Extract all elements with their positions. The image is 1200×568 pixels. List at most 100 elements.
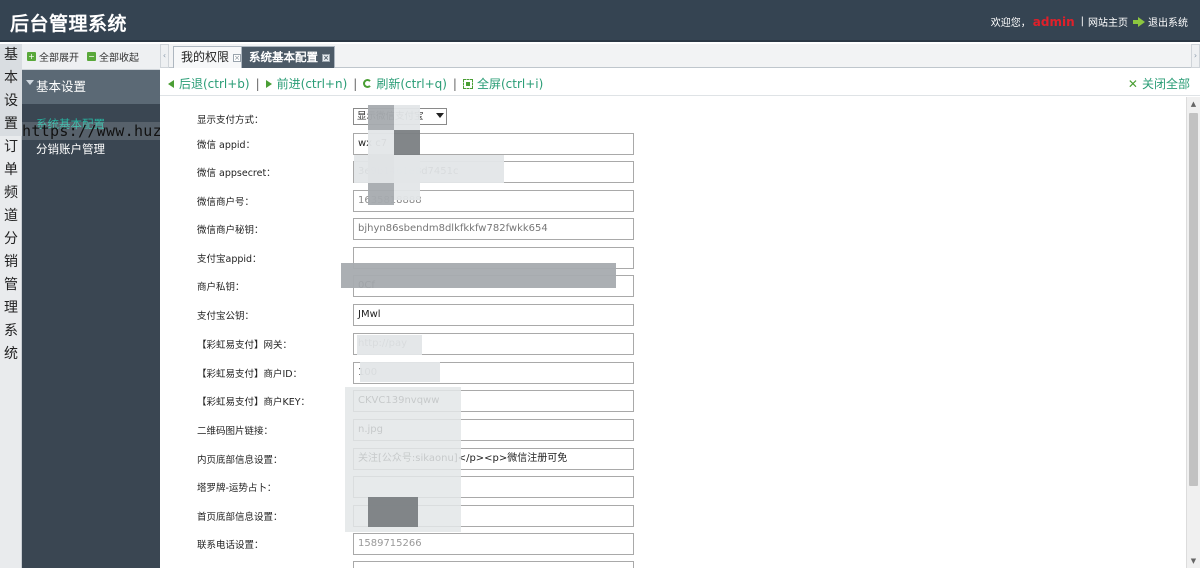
vmenu-char: 统 bbox=[4, 346, 18, 362]
vmenu-char: 频 bbox=[4, 185, 18, 201]
fullscreen-button[interactable]: 全屏(ctrl+i) bbox=[462, 75, 544, 92]
tab-scroll-left[interactable]: ‹ bbox=[160, 44, 169, 68]
field-label: 二维码图片链接： bbox=[197, 426, 274, 437]
sidebar-toolbar: + 全部展开 − 全部收起 bbox=[22, 44, 160, 70]
sidebar-item-distribution-accounts[interactable]: 分销账户管理 bbox=[22, 137, 160, 162]
form-row-wx-appid: 微信 appid： wx c7 bbox=[160, 133, 860, 155]
back-label: 后退(ctrl+b) bbox=[179, 77, 250, 91]
privacy-blur bbox=[368, 130, 394, 155]
vmenu-basic-settings[interactable]: 基 本 设 置 bbox=[0, 44, 22, 136]
field-label: 内页底部信息设置： bbox=[197, 455, 283, 466]
vmenu-distribution[interactable]: 分 销 管 理 bbox=[0, 228, 22, 320]
refresh-button[interactable]: 刷新(ctrl+q) bbox=[363, 75, 447, 92]
forward-label: 前进(ctrl+n) bbox=[276, 77, 348, 91]
header-separator: | bbox=[1080, 16, 1084, 27]
nav-toolbar: 后退(ctrl+b) | 前进(ctrl+n) | 刷新(ctrl+q) | 全… bbox=[160, 70, 1200, 96]
site-home-link[interactable]: 网站主页 bbox=[1088, 14, 1128, 29]
vmenu-system[interactable]: 系 统 bbox=[0, 320, 22, 366]
tab-my-permissions[interactable]: 我的权限 × bbox=[173, 46, 247, 68]
close-icon[interactable]: × bbox=[322, 53, 330, 62]
form-row-epay-gateway: 【彩虹易支付】网关： http://pay bbox=[160, 333, 860, 355]
privacy-blur bbox=[368, 105, 394, 130]
username: admin bbox=[1032, 14, 1075, 29]
vmenu-char: 销 bbox=[4, 254, 18, 270]
form-row-wx-mch-key: 微信商户秘钥： bjhyn86sbendm8dlkfkkfw782fwkk654 bbox=[160, 218, 860, 240]
close-icon[interactable]: × bbox=[233, 53, 242, 62]
scroll-thumb[interactable] bbox=[1189, 113, 1198, 486]
nav-separator: | bbox=[353, 76, 358, 91]
chevron-down-icon bbox=[436, 113, 444, 118]
vmenu-char: 管 bbox=[4, 277, 18, 293]
form-row-wx-appsecret: 微信 appsecret： 3e9b1461e8d7451c bbox=[160, 161, 860, 183]
field-label: 微信商户号： bbox=[197, 197, 255, 208]
phone-input[interactable]: 1589715266 bbox=[353, 533, 634, 555]
field-label: 【彩虹易支付】商户ID： bbox=[197, 369, 303, 380]
privacy-blur bbox=[341, 263, 616, 288]
form-row-home-footer: 首页底部信息设置： bbox=[160, 505, 860, 527]
scroll-down-icon[interactable]: ▼ bbox=[1187, 554, 1200, 568]
form-row-epay-mch-key: 【彩虹易支付】商户KEY： CKVC139nvqww bbox=[160, 390, 860, 412]
field-label: 支付宝公钥： bbox=[197, 311, 255, 322]
tab-bar: ‹ 我的权限 × 系统基本配置 × › bbox=[160, 44, 1200, 68]
field-label: 支付宝appid： bbox=[197, 254, 262, 265]
tab-system-config[interactable]: 系统基本配置 × bbox=[241, 46, 335, 68]
top-header: 后台管理系统 欢迎您， admin | 网站主页 退出系统 bbox=[0, 0, 1200, 42]
fullscreen-icon bbox=[462, 78, 473, 89]
logout-link[interactable]: 退出系统 bbox=[1148, 14, 1188, 29]
privacy-blur bbox=[394, 180, 420, 200]
privacy-blur bbox=[368, 180, 394, 205]
alipay-public-key-input[interactable]: JMwl bbox=[353, 304, 634, 326]
refresh-label: 刷新(ctrl+q) bbox=[376, 77, 447, 91]
field-label: 【彩虹易支付】商户KEY： bbox=[197, 397, 311, 408]
sidebar-group-label: 基本设置 bbox=[36, 79, 87, 94]
chevron-down-icon bbox=[26, 80, 34, 85]
form-row-inner-footer: 内页底部信息设置： 关注[公众号:sikaonu]</p><p>微信注册可免 bbox=[160, 448, 860, 470]
app-title: 后台管理系统 bbox=[10, 13, 128, 35]
vmenu-char: 道 bbox=[4, 208, 18, 224]
nav-actions: 后退(ctrl+b) | 前进(ctrl+n) | 刷新(ctrl+q) | 全… bbox=[168, 75, 543, 92]
field-label: 塔罗牌-运势占卜： bbox=[197, 483, 277, 494]
back-button[interactable]: 后退(ctrl+b) bbox=[168, 75, 250, 92]
back-arrow-icon bbox=[168, 79, 174, 88]
vmenu-order-channel[interactable]: 订 单 频 道 bbox=[0, 136, 22, 228]
privacy-blur bbox=[368, 497, 418, 527]
fullscreen-label: 全屏(ctrl+i) bbox=[476, 77, 544, 91]
next-input[interactable] bbox=[353, 561, 634, 568]
vmenu-char: 基 bbox=[4, 47, 18, 63]
tab-scroll-right[interactable]: › bbox=[1191, 44, 1200, 68]
expand-all-button[interactable]: + 全部展开 bbox=[27, 49, 79, 64]
plus-icon: + bbox=[27, 52, 36, 61]
privacy-blur bbox=[354, 155, 504, 183]
vmenu-char: 分 bbox=[4, 231, 18, 247]
vmenu-char: 本 bbox=[4, 70, 18, 86]
forward-button[interactable]: 前进(ctrl+n) bbox=[265, 75, 348, 92]
privacy-blur bbox=[394, 105, 420, 130]
forward-arrow-icon bbox=[265, 79, 272, 88]
form-row-phone: 联系电话设置： 1589715266 bbox=[160, 533, 860, 555]
field-label: 微信 appsecret： bbox=[197, 168, 276, 179]
privacy-blur bbox=[360, 362, 440, 382]
logout-icon bbox=[1133, 16, 1145, 27]
field-label: 商户私钥： bbox=[197, 282, 245, 293]
nav-separator: | bbox=[452, 76, 457, 91]
vertical-scrollbar[interactable]: ▲ ▼ bbox=[1186, 97, 1200, 568]
collapse-all-button[interactable]: − 全部收起 bbox=[87, 49, 139, 64]
wx-mch-key-input[interactable]: bjhyn86sbendm8dlkfkkfw782fwkk654 bbox=[353, 218, 634, 240]
close-all-button[interactable]: ✕ 关闭全部 bbox=[1128, 75, 1190, 92]
sidebar-group-basic-settings[interactable]: 基本设置 bbox=[22, 70, 160, 104]
vmenu-char: 系 bbox=[4, 323, 18, 339]
collapse-all-label: 全部收起 bbox=[99, 53, 139, 64]
vmenu-char: 理 bbox=[4, 300, 18, 316]
tab-label: 我的权限 bbox=[181, 50, 230, 64]
welcome-text: 欢迎您， bbox=[990, 18, 1031, 29]
vertical-menu: 基 本 设 置 订 单 频 道 分 销 管 理 系 统 bbox=[0, 44, 22, 568]
nav-separator: | bbox=[255, 76, 260, 91]
vmenu-char: 设 bbox=[4, 93, 18, 109]
scroll-up-icon[interactable]: ▲ bbox=[1187, 97, 1200, 111]
vmenu-char: 订 bbox=[4, 139, 18, 155]
form-row-wx-mch-id: 微信商户号： 1635818888 bbox=[160, 190, 860, 212]
privacy-blur bbox=[394, 130, 420, 155]
field-label: 【彩虹易支付】网关： bbox=[197, 340, 293, 351]
close-all-label: 关闭全部 bbox=[1141, 77, 1190, 91]
minus-icon: − bbox=[87, 52, 96, 61]
